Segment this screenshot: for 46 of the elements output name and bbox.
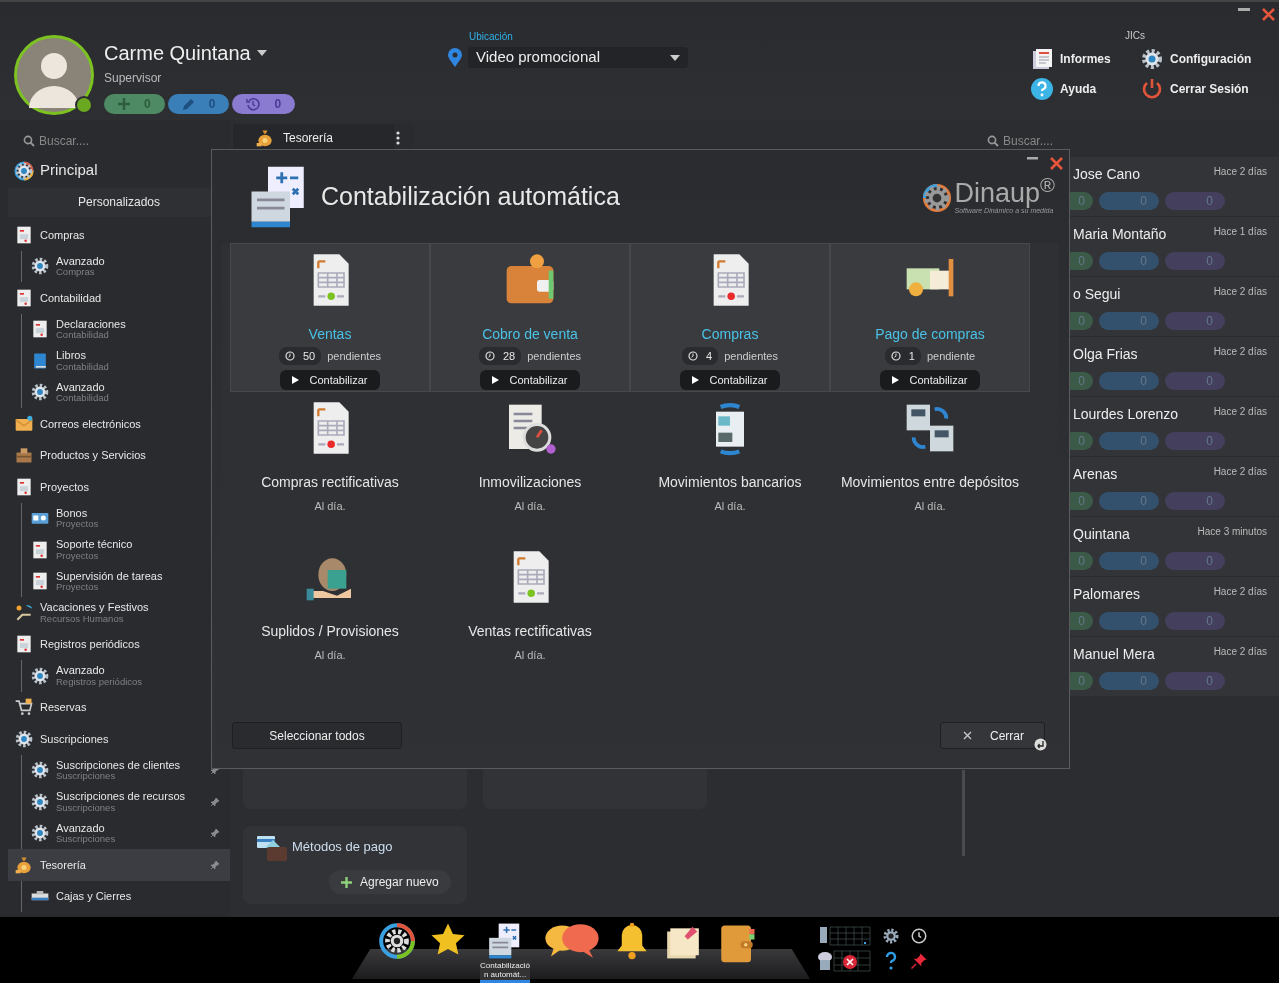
user-name: Maria Montaño: [1073, 225, 1167, 244]
tile-title: Inmovilizaciones: [478, 473, 582, 492]
tile-title: Compras rectificativas: [261, 473, 399, 492]
user-name: Arenas: [1073, 465, 1118, 484]
last-seen: Hace 3 minutos: [1197, 525, 1267, 539]
tile-status: pendiente: [926, 348, 976, 364]
user-role: Supervisor: [104, 70, 163, 87]
last-seen: Hace 2 días: [1213, 345, 1267, 359]
tile-status: pendientes: [724, 348, 778, 364]
user-name: Manuel Mera: [1073, 645, 1155, 664]
user-name: Olga Frias: [1073, 345, 1138, 364]
pending-count: 4: [682, 347, 719, 365]
tile-status: Al día.: [514, 499, 546, 514]
tile-status: Al día.: [314, 648, 346, 663]
pending-count: 50: [278, 347, 322, 365]
tile-title: Ventas rectificativas: [468, 622, 592, 641]
last-seen: Hace 2 días: [1213, 585, 1267, 599]
tile-status: Al día.: [514, 648, 546, 663]
last-seen: Hace 1 días: [1213, 225, 1267, 239]
pending-count: 28: [478, 347, 522, 365]
user-name: Jose Cano: [1073, 165, 1140, 184]
tile-title: Cobro de venta: [482, 325, 578, 344]
dialog-title: Contabilización automática: [321, 180, 620, 212]
last-seen: Hace 2 días: [1213, 285, 1267, 299]
tile-title: Ventas: [308, 325, 352, 344]
tile-status: Al día.: [314, 499, 346, 514]
card-title: Métodos de pago: [292, 838, 393, 857]
tile-status: pendientes: [527, 348, 582, 364]
tile-status: Al día.: [914, 499, 946, 514]
last-seen: Hace 2 días: [1213, 165, 1267, 179]
user-name: o Segui: [1073, 285, 1121, 304]
user-name: Quintana: [1073, 525, 1130, 544]
last-seen: Hace 2 días: [1213, 645, 1267, 659]
user-name: Lourdes Lorenzo: [1073, 405, 1179, 424]
tile-status: pendientes: [327, 348, 382, 364]
location-label: Ubicación: [469, 30, 514, 44]
last-seen: Hace 2 días: [1213, 465, 1267, 479]
tile-status: Al día.: [714, 499, 746, 514]
user-name: Palomares: [1073, 585, 1140, 604]
tile-title: Compras: [701, 325, 759, 344]
tile-title: Movimientos bancarios: [658, 473, 802, 492]
jics-title: JICs: [1125, 29, 1146, 43]
user-name: Carme Quintana: [104, 41, 251, 66]
last-seen: Hace 2 días: [1213, 405, 1267, 419]
pending-count: 1: [884, 347, 921, 365]
tile-title: Suplidos / Provisiones: [261, 622, 399, 641]
